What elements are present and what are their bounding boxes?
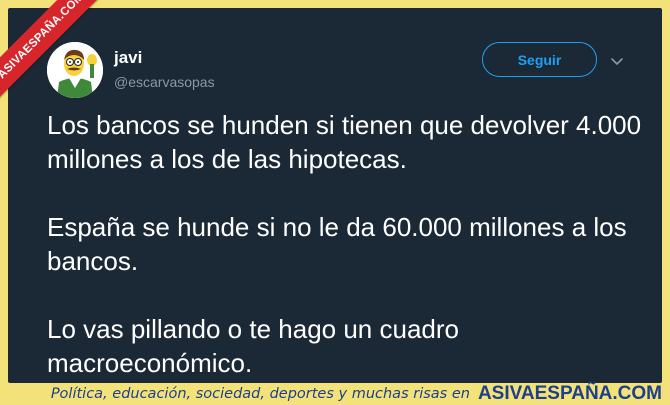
display-name[interactable]: javi (114, 48, 142, 68)
follow-button[interactable]: Seguir (482, 42, 597, 77)
tweet-paragraph: Los bancos se hunden si tienen que devol… (47, 110, 642, 174)
tweet-paragraph: Lo vas pillando o te hago un cuadro macr… (47, 314, 459, 378)
tweet-text: Los bancos se hunden si tienen que devol… (47, 108, 647, 380)
avatar[interactable] (47, 42, 103, 98)
footer-brand: ASIVAESPAÑA.COM (477, 383, 662, 404)
chevron-down-icon[interactable] (610, 57, 624, 67)
cartoon-character-avatar-icon (47, 42, 103, 98)
footer-banner: Política, educación, sociedad, deportes … (0, 383, 670, 405)
footer-tagline: Política, educación, sociedad, deportes … (50, 386, 470, 402)
tweet-paragraph: España se hunde si no le da 60.000 millo… (47, 212, 627, 276)
tweet-card: javi @escarvasopas Seguir Los bancos se … (8, 8, 662, 383)
meme-frame: javi @escarvasopas Seguir Los bancos se … (0, 0, 670, 405)
user-handle[interactable]: @escarvasopas (114, 74, 215, 90)
